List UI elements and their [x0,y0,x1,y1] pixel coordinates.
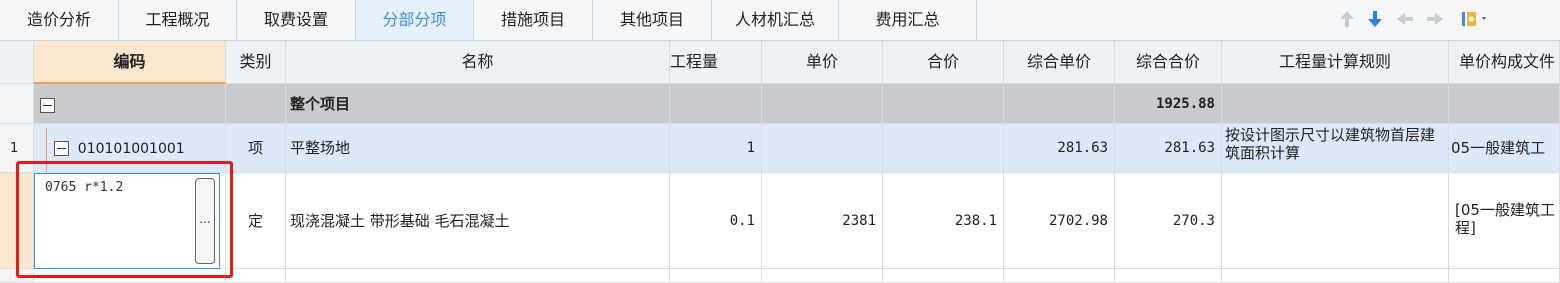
tab-sub-items[interactable]: 分部分项 [356,0,474,40]
code-editor[interactable]: 0765 r*1.2 ... [34,173,220,269]
arrow-down-icon[interactable] [1364,8,1386,30]
row-rule-cell[interactable]: 按设计图示尺寸以建筑物首层建筑面积计算 [1222,124,1449,173]
row-number [0,84,34,124]
col-header-type[interactable]: 类别 [226,41,286,84]
arrow-up-icon[interactable] [1336,8,1358,30]
row-sum-price-cell[interactable] [1115,269,1222,283]
row-type-cell[interactable] [226,269,286,283]
col-header-qty[interactable]: 工程量 [670,41,762,84]
row-price-cell[interactable] [762,269,883,283]
arrow-right-icon[interactable] [1424,8,1446,30]
row-file-cell[interactable] [1449,84,1560,124]
col-header-file[interactable]: 单价构成文件 [1449,41,1560,84]
tree-guide-line [46,128,47,173]
item-code: 010101001001 [77,141,185,157]
row-rule-cell[interactable] [1222,269,1449,283]
row-code-cell[interactable]: 010101001001 [34,124,226,173]
row-name-cell[interactable]: 现浇混凝土 带形基础 毛石混凝土 [286,173,670,269]
toolbar-icons [1330,0,1560,40]
col-header-code[interactable]: 编码 [34,41,226,84]
row-total-cell[interactable] [883,269,1004,283]
row-type-cell[interactable]: 定 [226,173,286,269]
col-header-total[interactable]: 合价 [883,41,1004,84]
row-unit-price-cell[interactable] [1004,84,1115,124]
col-header-name[interactable]: 名称 [286,41,670,84]
row-code-cell[interactable] [34,84,226,124]
tab-measures[interactable]: 措施项目 [474,0,593,40]
col-header-sum-price[interactable]: 综合合价 [1115,41,1222,84]
tab-resource-summary[interactable]: 人材机汇总 [712,0,839,40]
row-qty-cell[interactable] [670,84,762,124]
arrow-left-icon[interactable] [1394,8,1416,30]
row-unit-price-cell[interactable] [1004,269,1115,283]
row-unit-price-cell[interactable]: 281.63 [1004,124,1115,173]
row-qty-cell[interactable]: 1 [670,124,762,173]
col-header-price[interactable]: 单价 [762,41,883,84]
row-name-cell[interactable]: 平整场地 [286,124,670,173]
row-total-cell[interactable] [883,84,1004,124]
row-price-cell[interactable] [762,124,883,173]
row-qty-cell[interactable]: 0.1 [670,173,762,269]
ellipsis-button[interactable]: ... [195,178,215,264]
row-total-cell[interactable]: 238.1 [883,173,1004,269]
row-rule-cell[interactable] [1222,173,1449,269]
row-name-cell[interactable] [286,269,670,283]
item-grid: 编码 类别 名称 工程量 单价 合价 综合单价 综合合价 工程量计算规则 单价构… [0,41,1560,283]
row-sum-price-cell[interactable]: 1925.88 [1115,84,1222,124]
row-qty-cell[interactable] [670,269,762,283]
row-type-cell[interactable]: 项 [226,124,286,173]
tab-project-overview[interactable]: 工程概况 [119,0,237,40]
tab-fee-settings[interactable]: 取费设置 [237,0,356,40]
row-sum-price-cell[interactable]: 270.3 [1115,173,1222,269]
row-price-cell[interactable] [762,84,883,124]
row-number: 1 [0,124,34,173]
row-unit-price-cell[interactable]: 2702.98 [1004,173,1115,269]
col-header-unit-price[interactable]: 综合单价 [1004,41,1115,84]
row-price-cell[interactable]: 2381 [762,173,883,269]
row-total-cell[interactable] [883,124,1004,173]
corner-header [0,41,34,84]
settings-menu-icon[interactable] [1460,8,1492,30]
row-number [0,269,34,283]
row-sum-price-cell[interactable]: 281.63 [1115,124,1222,173]
tab-bar: 造价分析 工程概况 取费设置 分部分项 措施项目 其他项目 人材机汇总 费用汇总 [0,0,1560,41]
row-code-cell[interactable] [34,269,226,283]
row-name-cell[interactable]: 整个项目 [286,84,670,124]
tab-other-items[interactable]: 其他项目 [593,0,712,40]
collapse-icon[interactable] [40,98,55,113]
row-file-cell[interactable] [1449,269,1560,283]
row-file-cell[interactable]: [05一般建筑工程] [1449,173,1560,269]
tab-fee-summary[interactable]: 费用汇总 [839,0,977,40]
code-editor-input[interactable]: 0765 r*1.2 [45,180,123,195]
row-file-cell[interactable]: 05一般建筑工 [1449,124,1560,173]
tab-cost-analysis[interactable]: 造价分析 [0,0,119,40]
col-header-rule[interactable]: 工程量计算规则 [1222,41,1449,84]
row-type-cell[interactable] [226,84,286,124]
collapse-icon[interactable] [54,141,69,156]
row-number [0,173,34,269]
row-rule-cell[interactable] [1222,84,1449,124]
